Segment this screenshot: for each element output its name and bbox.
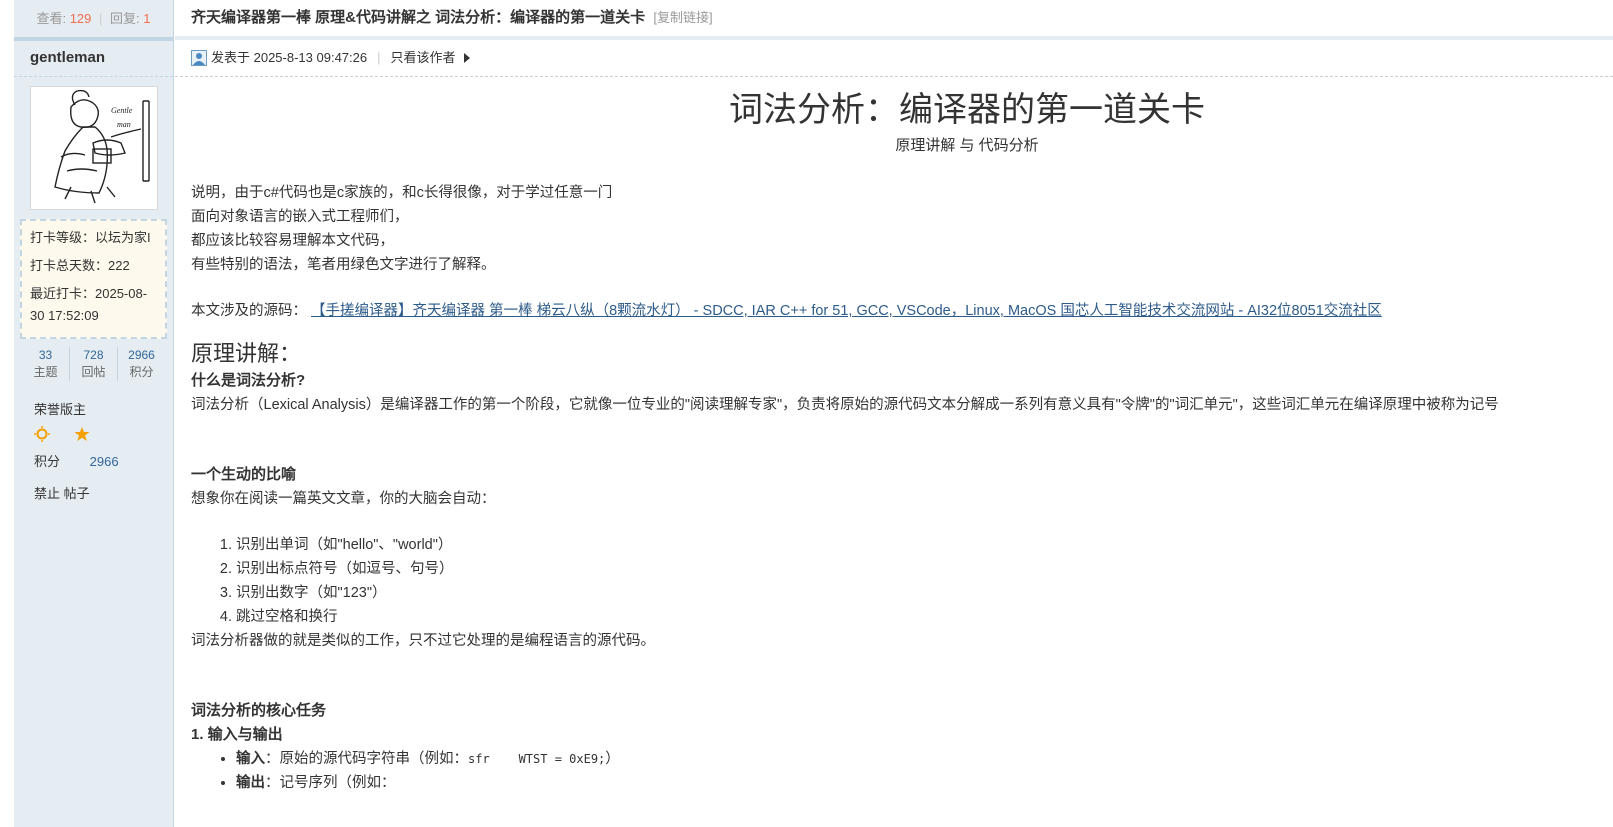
what-is-heading: 什么是词法分析? xyxy=(191,372,306,389)
moon-icon xyxy=(60,427,67,441)
list-item: 跳过空格和换行 xyxy=(236,605,1613,629)
source-line: 本文涉及的源码： 【手搓编译器】齐天编译器 第一棒 梯云八纵（8颗流水灯） - … xyxy=(191,299,1613,323)
author-sidebar: 查看: 129 | 回复: 1 gentleman Gentle man 打卡等… xyxy=(14,0,174,827)
io-heading: 1. 输入与输出 xyxy=(191,726,283,743)
author-username-text[interactable]: gentleman xyxy=(30,49,105,66)
intro-block: 说明，由于c#代码也是c家族的，和c长得很像，对于学过任意一门 面向对象语言的嵌… xyxy=(191,181,1613,277)
post-main: 齐天编译器第一棒 原理&代码讲解之 词法分析：编译器的第一道关卡 [复制链接] … xyxy=(175,0,1613,827)
checkin-days: 打卡总天数：222 xyxy=(30,258,130,273)
input-label: 输入 xyxy=(236,751,265,767)
list-item: 识别出数字（如"123"） xyxy=(236,581,1613,605)
points-row: 积分 2966 xyxy=(34,451,173,470)
intro-line: 说明，由于c#代码也是c家族的，和c长得很像，对于学过任意一门 xyxy=(191,185,613,201)
views-count: 129 xyxy=(69,11,92,26)
checkin-last-line1: 最近打卡：2025-08- xyxy=(30,286,148,301)
avatar-caption-1: Gentle xyxy=(111,106,133,115)
thread-title-bar: 齐天编译器第一棒 原理&代码讲解之 词法分析：编译器的第一道关卡 [复制链接] xyxy=(175,0,1613,40)
intro-line: 都应该比较容易理解本文代码， xyxy=(191,233,394,249)
points-value[interactable]: 2966 xyxy=(118,347,165,364)
avatar-caption-2: man xyxy=(117,120,131,129)
arrow-right-icon xyxy=(463,53,470,63)
topics-count[interactable]: 33 主题 xyxy=(22,347,69,381)
points-count[interactable]: 2966 积分 xyxy=(117,347,165,381)
posts-value[interactable]: 728 xyxy=(70,347,117,364)
avatar[interactable]: Gentle man xyxy=(30,86,158,210)
output-text: ：记号序列（例如： xyxy=(265,775,396,791)
post-time: 发表于 2025-8-13 09:47:26 xyxy=(211,50,368,65)
replies-label: 回复: xyxy=(110,11,140,26)
author-counts: 33 主题 728 回帖 2966 积分 xyxy=(22,347,165,381)
input-code: sfr WTST = 0xE9; xyxy=(468,752,606,766)
list-item: 识别出标点符号（如逗号、句号） xyxy=(236,557,1613,581)
stats-divider: | xyxy=(99,11,103,26)
what-is-body: 词法分析（Lexical Analysis）是编译器工作的第一个阶段，它就像一位… xyxy=(191,397,1499,413)
section-principle: 原理讲解： xyxy=(191,341,302,366)
source-label: 本文涉及的源码： xyxy=(191,303,307,319)
io-list: 输入：原始的源代码字符串（例如：sfr WTST = 0xE9;） 输出：记号序… xyxy=(191,747,1613,795)
meta-divider: | xyxy=(377,50,381,65)
medal-row xyxy=(34,425,173,443)
checkin-last: 最近打卡：2025-08- 30 17:52:09 xyxy=(30,283,157,327)
points-row-label: 积分 xyxy=(34,454,61,469)
input-text: ：原始的源代码字符串（例如： xyxy=(265,751,468,767)
checkin-panel: 打卡等级：以坛为家I 打卡总天数：222 最近打卡：2025-08- 30 17:… xyxy=(20,219,167,339)
post-content: 词法分析：编译器的第一道关卡 原理讲解 与 代码分析 说明，由于c#代码也是c家… xyxy=(191,76,1613,795)
output-item: 输出：记号序列（例如： xyxy=(236,771,1613,795)
replies-count: 1 xyxy=(143,11,151,26)
avatar-drawing: Gentle man xyxy=(54,89,150,204)
intro-line: 有些特别的语法，笔者用绿色文字进行了解释。 xyxy=(191,257,496,273)
input-tail: ） xyxy=(605,751,620,767)
copy-link-button[interactable]: [复制链接] xyxy=(653,10,712,25)
thread-title: 齐天编译器第一棒 原理&代码讲解之 词法分析：编译器的第一道关卡 xyxy=(191,9,646,26)
analogy-steps: 识别出单词（如"hello"、"world"） 识别出标点符号（如逗号、句号） … xyxy=(191,533,1613,629)
output-label: 输出 xyxy=(236,775,265,791)
left-gutter xyxy=(0,0,14,827)
star-icon xyxy=(74,427,90,441)
ban-status: 禁止 帖子 xyxy=(34,486,90,501)
checkin-level: 打卡等级：以坛为家I xyxy=(30,230,151,245)
user-online-icon xyxy=(191,50,207,66)
core-tasks-heading: 词法分析的核心任务 xyxy=(191,702,327,719)
checkin-last-line2: 30 17:52:09 xyxy=(30,308,99,323)
intro-line: 面向对象语言的嵌入式工程师们， xyxy=(191,209,409,225)
author-only-link[interactable]: 只看该作者 xyxy=(391,40,456,76)
sun-icon xyxy=(34,426,50,442)
points-row-value: 2966 xyxy=(89,454,119,469)
honor-title: 荣誉版主 xyxy=(34,402,87,417)
points-label: 积分 xyxy=(129,365,154,379)
input-item: 输入：原始的源代码字符串（例如：sfr WTST = 0xE9;） xyxy=(236,747,1613,771)
analogy-intro: 想象你在阅读一篇英文文章，你的大脑会自动： xyxy=(191,491,496,507)
author-username[interactable]: gentleman xyxy=(14,41,173,77)
thread-stats: 查看: 129 | 回复: 1 xyxy=(14,0,173,41)
list-item: 识别出单词（如"hello"、"world"） xyxy=(236,533,1613,557)
views-label: 查看: xyxy=(36,11,67,26)
post-meta: 发表于 2025-8-13 09:47:26 | 只看该作者 xyxy=(175,40,1613,77)
article-subtitle: 原理讲解 与 代码分析 xyxy=(895,137,1039,154)
article-headline: 词法分析：编译器的第一道关卡 xyxy=(729,91,1205,129)
posts-label: 回帖 xyxy=(81,365,106,379)
source-link[interactable]: 【手搓编译器】齐天编译器 第一棒 梯云八纵（8颗流水灯） - SDCC, IAR… xyxy=(311,303,1382,319)
analogy-heading: 一个生动的比喻 xyxy=(191,466,297,483)
topics-label: 主题 xyxy=(33,365,58,379)
topics-value[interactable]: 33 xyxy=(22,347,69,364)
analogy-outro: 词法分析器做的就是类似的工作，只不过它处理的是编程语言的源代码。 xyxy=(191,633,655,649)
posts-count[interactable]: 728 回帖 xyxy=(69,347,117,381)
